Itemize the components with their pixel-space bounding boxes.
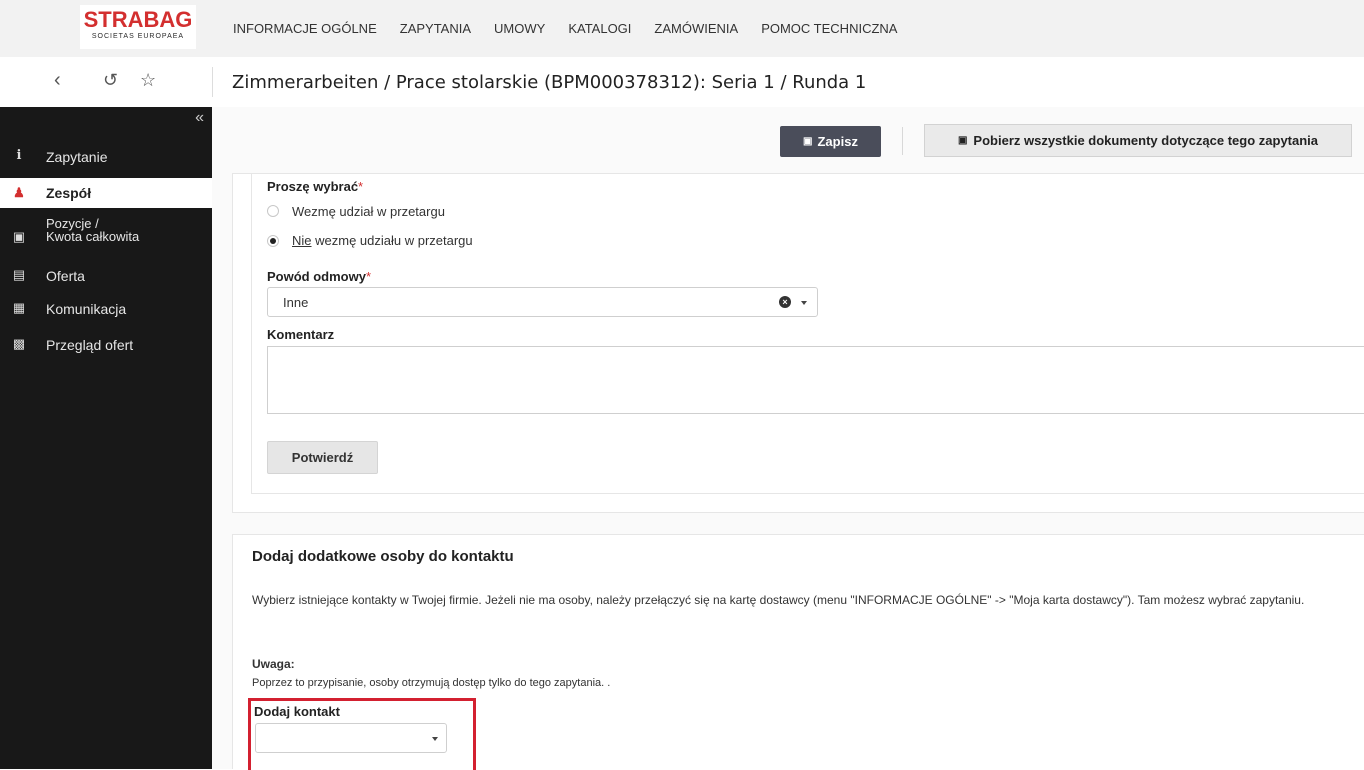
choose-label-text: Proszę wybrać <box>267 179 359 194</box>
sidebar-item-inquiry[interactable]: i Zapytanie <box>0 145 212 169</box>
star-icon[interactable]: ☆ <box>140 70 156 91</box>
sidebar-item-positions[interactable]: ▣ Pozycje / Kwota całkowita <box>0 215 212 251</box>
participate-option-label[interactable]: Wezmę udział w przetargu <box>292 204 445 219</box>
sidebar-item-label: Pozycje / Kwota całkowita <box>46 217 139 243</box>
main-content: ▣ Zapisz ▣ Pobierz wszystkie dokumenty d… <box>212 107 1364 770</box>
menu-item-general-info[interactable]: INFORMACJE OGÓLNE <box>233 21 377 36</box>
decline-option-rest: wezmę udziału w przetargu <box>311 233 473 248</box>
sidebar-item-label: Zespół <box>46 185 92 201</box>
logo-subtext: SOCIETAS EUROPAEA <box>91 33 185 40</box>
add-contact-label: Dodaj kontakt <box>254 704 340 719</box>
contacts-heading: Dodaj dodatkowe osoby do kontaktu <box>252 548 514 565</box>
collapse-sidebar-icon[interactable]: « <box>195 109 204 127</box>
sidebar-item-label: Przegląd ofert <box>46 337 134 353</box>
save-button[interactable]: ▣ Zapisz <box>780 126 881 157</box>
pagebar-divider <box>212 67 213 97</box>
sidebar-item-communication[interactable]: ▦ Komunikacja <box>0 298 212 320</box>
sidebar-item-label: Komunikacja <box>46 301 127 317</box>
download-all-documents-button[interactable]: ▣ Pobierz wszystkie dokumenty dotyczące … <box>924 124 1352 157</box>
note-title: Uwaga: <box>252 657 295 671</box>
add-contact-select[interactable] <box>255 723 447 753</box>
strabag-logo[interactable]: STRABAG SOCIETAS EUROPAEA <box>80 5 196 49</box>
chevron-down-icon[interactable] <box>432 737 438 741</box>
clear-icon[interactable]: × <box>779 296 791 308</box>
participation-card: Proszę wybrać* Wezmę udział w przetargu … <box>232 173 1364 513</box>
main-menu: INFORMACJE OGÓLNE ZAPYTANIA UMOWY KATALO… <box>233 0 920 57</box>
menu-item-inquiries[interactable]: ZAPYTANIA <box>400 21 471 36</box>
menu-item-contracts[interactable]: UMOWY <box>494 21 545 36</box>
history-icon[interactable]: ↺ <box>103 70 118 91</box>
archive-icon: ▩ <box>12 336 26 351</box>
info-icon: i <box>16 148 22 163</box>
participate-radio[interactable] <box>267 205 279 217</box>
sidebar-item-label: Zapytanie <box>46 149 108 165</box>
sidebar-item-team[interactable]: ♟ Zespół <box>0 178 212 208</box>
additional-contacts-card: Dodaj dodatkowe osoby do kontaktu Wybier… <box>232 534 1364 770</box>
participation-form: Proszę wybrać* Wezmę udział w przetargu … <box>251 174 1364 494</box>
menu-item-catalogs[interactable]: KATALOGI <box>568 21 631 36</box>
document-icon: ▤ <box>12 267 26 282</box>
add-contact-highlight: Dodaj kontakt <box>248 698 476 770</box>
download-button-label: Pobierz wszystkie dokumenty dotyczące te… <box>973 133 1319 148</box>
logo-text: STRABAG <box>83 7 193 32</box>
decline-option-underlined: Nie <box>292 233 312 248</box>
sidebar: « i Zapytanie ♟ Zespół ▣ Pozycje / Kwota… <box>0 107 212 769</box>
users-icon: ♟ <box>13 185 25 200</box>
comment-textarea[interactable] <box>267 346 1364 414</box>
newspaper-icon: ▦ <box>12 300 26 315</box>
back-icon[interactable]: ‹ <box>54 69 61 92</box>
decline-radio[interactable] <box>267 235 279 247</box>
confirm-button[interactable]: Potwierdź <box>267 441 378 474</box>
chevron-down-icon[interactable] <box>801 301 807 305</box>
lock-icon: ▣ <box>803 136 813 147</box>
page-bar: ‹ ↺ ☆ Zimmerarbeiten / Prace stolarskie … <box>0 57 1364 107</box>
top-navigation: STRABAG SOCIETAS EUROPAEA INFORMACJE OGÓ… <box>0 0 1364 58</box>
note-text: Poprzez to przypisanie, osoby otrzymują … <box>252 677 611 689</box>
decline-option-label[interactable]: Nie wezmę udziału w przetargu <box>292 233 473 248</box>
sidebar-item-label: Oferta <box>46 268 85 284</box>
menu-item-tech-support[interactable]: POMOC TECHNICZNA <box>761 21 897 36</box>
choose-label: Proszę wybrać* <box>267 179 363 194</box>
package-icon: ▣ <box>12 229 26 244</box>
lock-icon: ▣ <box>957 135 968 146</box>
reason-select-value: Inne <box>283 295 309 310</box>
sidebar-item-offer[interactable]: ▤ Oferta <box>0 265 212 287</box>
reason-label-text: Powód odmowy <box>267 269 366 284</box>
menu-item-orders[interactable]: ZAMÓWIENIA <box>654 21 738 36</box>
required-mark: * <box>365 269 372 284</box>
sidebar-item-offers-review[interactable]: ▩ Przegląd ofert <box>0 334 212 356</box>
sidebar-item-label-line2: Kwota całkowita <box>46 229 140 244</box>
reason-select[interactable]: Inne × <box>267 287 818 317</box>
toolbar-divider <box>902 127 903 155</box>
confirm-button-label: Potwierdź <box>291 450 354 465</box>
contacts-description: Wybierz istniejące kontakty w Twojej fir… <box>252 593 1305 607</box>
comment-label: Komentarz <box>267 327 335 342</box>
reason-label: Powód odmowy* <box>267 269 371 284</box>
required-mark: * <box>358 179 364 194</box>
save-button-label: Zapisz <box>817 134 858 149</box>
page-title: Zimmerarbeiten / Prace stolarskie (BPM00… <box>232 72 867 93</box>
